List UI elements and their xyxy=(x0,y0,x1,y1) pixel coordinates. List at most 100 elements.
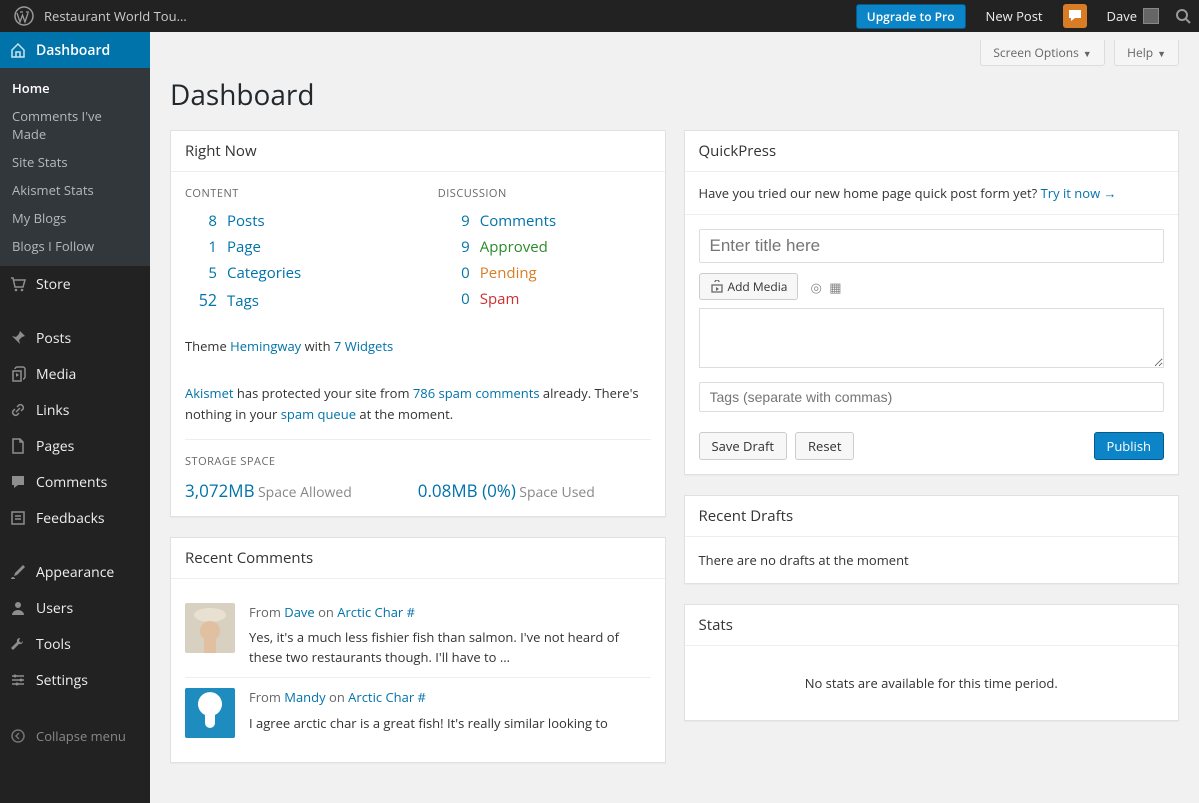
posts-link[interactable]: Posts xyxy=(227,211,265,231)
comment-author-link[interactable]: Dave xyxy=(284,603,314,621)
feedback-icon xyxy=(8,508,28,528)
storage-heading: STORAGE SPACE xyxy=(185,439,651,469)
posts-count[interactable]: 8 xyxy=(185,211,217,231)
menu-feedbacks[interactable]: Feedbacks xyxy=(0,500,150,536)
wordpress-logo-icon[interactable] xyxy=(8,0,40,32)
page-title: Dashboard xyxy=(150,66,1199,130)
menu-store[interactable]: Store xyxy=(0,266,150,302)
akismet-link[interactable]: Akismet xyxy=(185,384,234,402)
categories-link[interactable]: Categories xyxy=(227,263,301,283)
post-tags-input[interactable] xyxy=(699,382,1165,412)
pending-link[interactable]: Pending xyxy=(480,263,537,283)
space-used-label: Space Used xyxy=(519,483,595,502)
recent-drafts-title[interactable]: Recent Drafts xyxy=(685,496,1179,537)
link-icon xyxy=(8,400,28,420)
quickpress-title[interactable]: QuickPress xyxy=(685,131,1179,172)
categories-count[interactable]: 5 xyxy=(185,263,217,283)
akismet-message: Akismet has protected your site from 786… xyxy=(185,383,651,425)
approved-count[interactable]: 9 xyxy=(438,237,470,257)
menu-posts[interactable]: Posts xyxy=(0,320,150,356)
poll-icon[interactable]: ◎ xyxy=(810,278,821,296)
help-button[interactable]: Help▼ xyxy=(1114,40,1179,66)
menu-tools[interactable]: Tools xyxy=(0,626,150,662)
theme-link[interactable]: Hemingway xyxy=(230,337,301,355)
settings-icon xyxy=(8,670,28,690)
cart-icon xyxy=(8,274,28,294)
space-allowed-value[interactable]: 3,072MB xyxy=(185,479,255,502)
theme-line: Theme Hemingway with 7 Widgets xyxy=(185,337,651,355)
menu-users[interactable]: Users xyxy=(0,590,150,626)
pages-link[interactable]: Page xyxy=(227,237,261,257)
add-media-button[interactable]: Add Media xyxy=(699,273,799,300)
no-drafts-message: There are no drafts at the moment xyxy=(685,537,1179,583)
publish-button[interactable]: Publish xyxy=(1094,432,1164,460)
comment-item: From Dave on Arctic Char #Yes, it's a mu… xyxy=(185,593,651,678)
user-menu[interactable]: Dave xyxy=(1107,7,1159,25)
menu-dashboard[interactable]: Dashboard xyxy=(0,32,150,68)
comment-post-link[interactable]: Arctic Char # xyxy=(337,603,415,621)
media-icon xyxy=(8,364,28,384)
recent-drafts-box: Recent Drafts There are no drafts at the… xyxy=(684,495,1180,584)
spam-comments-link[interactable]: 786 spam comments xyxy=(413,384,540,402)
submenu-blogs-follow[interactable]: Blogs I Follow xyxy=(0,232,150,260)
submenu-my-blogs[interactable]: My Blogs xyxy=(0,204,150,232)
recent-comments-box: Recent Comments From Dave on Arctic Char… xyxy=(170,537,666,764)
spam-count[interactable]: 0 xyxy=(438,289,470,309)
comment-text: Yes, it's a much less fishier fish than … xyxy=(249,628,651,667)
discussion-heading: DISCUSSION xyxy=(438,186,651,201)
menu-comments[interactable]: Comments xyxy=(0,464,150,500)
page-icon xyxy=(8,436,28,456)
save-draft-button[interactable]: Save Draft xyxy=(699,432,788,460)
submenu-dashboard: Home Comments I've Made Site Stats Akism… xyxy=(0,68,150,266)
menu-appearance[interactable]: Appearance xyxy=(0,554,150,590)
menu-settings[interactable]: Settings xyxy=(0,662,150,698)
recent-comments-title[interactable]: Recent Comments xyxy=(171,538,665,579)
collapse-icon xyxy=(8,726,28,746)
collapse-menu[interactable]: Collapse menu xyxy=(0,716,150,756)
quickpress-box: QuickPress Have you tried our new home p… xyxy=(684,130,1180,475)
reset-button[interactable]: Reset xyxy=(795,432,854,460)
try-it-now-link[interactable]: Try it now → xyxy=(1041,184,1117,202)
submenu-comments-made[interactable]: Comments I've Made xyxy=(0,102,150,148)
content-area: Screen Options▼ Help▼ Dashboard Right No… xyxy=(150,32,1199,803)
post-title-input[interactable] xyxy=(699,229,1165,263)
space-allowed-label: Space Allowed xyxy=(258,483,352,502)
stats-title[interactable]: Stats xyxy=(685,605,1179,646)
site-title[interactable]: Restaurant World Tou… xyxy=(44,7,187,25)
no-stats-message: No stats are available for this time per… xyxy=(685,646,1179,720)
comments-count[interactable]: 9 xyxy=(438,211,470,231)
menu-media[interactable]: Media xyxy=(0,356,150,392)
search-icon[interactable] xyxy=(1175,8,1191,24)
space-used-value[interactable]: 0.08MB (0%) xyxy=(418,479,516,502)
widgets-link[interactable]: 7 Widgets xyxy=(334,337,393,355)
comment-avatar xyxy=(185,688,235,738)
right-now-title[interactable]: Right Now xyxy=(171,131,665,172)
submenu-home[interactable]: Home xyxy=(0,74,150,102)
pages-count[interactable]: 1 xyxy=(185,237,217,257)
post-content-input[interactable] xyxy=(699,308,1165,368)
submenu-akismet-stats[interactable]: Akismet Stats xyxy=(0,176,150,204)
upgrade-button[interactable]: Upgrade to Pro xyxy=(856,4,966,29)
admin-menu: Dashboard Home Comments I've Made Site S… xyxy=(0,32,150,803)
comment-item: From Mandy on Arctic Char #I agree arcti… xyxy=(185,677,651,748)
form-icon[interactable]: ▦ xyxy=(829,278,841,296)
comments-link[interactable]: Comments xyxy=(480,211,556,231)
new-post-link[interactable]: New Post xyxy=(986,7,1043,25)
user-icon xyxy=(8,598,28,618)
menu-pages[interactable]: Pages xyxy=(0,428,150,464)
menu-links[interactable]: Links xyxy=(0,392,150,428)
tags-count[interactable]: 52 xyxy=(185,289,217,311)
notifications-icon[interactable] xyxy=(1063,4,1087,28)
quickpress-prompt: Have you tried our new home page quick p… xyxy=(685,172,1179,215)
submenu-site-stats[interactable]: Site Stats xyxy=(0,148,150,176)
screen-options-button[interactable]: Screen Options▼ xyxy=(980,40,1104,66)
tags-link[interactable]: Tags xyxy=(227,291,259,311)
pending-count[interactable]: 0 xyxy=(438,263,470,283)
pin-icon xyxy=(8,328,28,348)
comment-author-link[interactable]: Mandy xyxy=(284,688,325,706)
spam-queue-link[interactable]: spam queue xyxy=(281,405,356,423)
comment-meta: From Mandy on Arctic Char # xyxy=(249,688,651,708)
approved-link[interactable]: Approved xyxy=(480,237,548,257)
comment-post-link[interactable]: Arctic Char # xyxy=(348,688,426,706)
spam-link[interactable]: Spam xyxy=(480,289,520,309)
